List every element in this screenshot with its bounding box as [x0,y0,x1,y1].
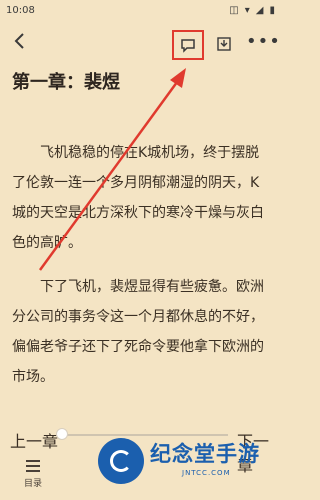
comment-icon [181,38,195,53]
toc-button[interactable]: 目录 [18,460,48,496]
watermark-site: JNTCC.COM [182,469,231,477]
slider-thumb[interactable] [56,428,68,440]
chapter-content: 飞机稳稳的停在K城机场，终于摆脱了伦敦一连一个多月阴郁潮湿的阴天，K城的天空是北… [12,138,264,406]
wifi-icon: ▾ [244,4,250,16]
status-icons: ◫ ▾ ◢ ▮ [229,5,275,16]
download-button[interactable] [214,34,234,54]
paragraph: 下了飞机，裴煜显得有些疲惫。欧洲分公司的事务令这一个月都休息的不好，偏偏老爷子还… [12,279,264,385]
battery-icon: ▮ [269,4,275,16]
status-bar: 10:08 ◫ ▾ ◢ ▮ [0,0,281,20]
comment-button[interactable] [172,30,204,60]
reader-toolbar: ••• [0,24,281,64]
download-icon [217,37,231,51]
list-icon [26,460,40,472]
vibrate-icon: ◫ [229,4,239,16]
watermark-name: 纪念堂手游 [150,442,260,466]
status-time: 10:08 [6,4,35,16]
more-options-button[interactable]: ••• [246,30,280,54]
watermark: 纪念堂手游 JNTCC.COM [98,432,281,500]
back-icon[interactable] [10,31,30,51]
paragraph: 飞机稳稳的停在K城机场，终于摆脱了伦敦一连一个多月阴郁潮湿的阴天，K城的天空是北… [12,145,264,251]
toc-label: 目录 [23,479,42,489]
watermark-logo-icon [98,438,144,484]
signal-icon: ◢ [255,4,264,16]
chapter-title: 第一章：裴煜 [12,72,120,93]
prev-chapter-button[interactable]: 上一章 [10,428,58,452]
